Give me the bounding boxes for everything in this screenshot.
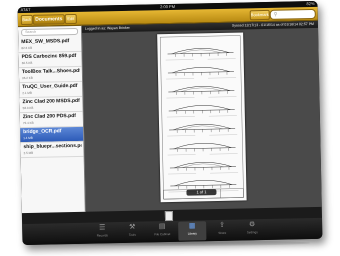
file-size: 2.1 MB xyxy=(22,90,32,96)
document-viewer: Logged in as: Wayan Brinker Synced 12/17… xyxy=(81,20,322,212)
tab-library[interactable]: ▦ Library xyxy=(178,221,207,241)
tab-label: Tools xyxy=(128,232,136,237)
file-name: ToolBox Talk...Shoes.pdf xyxy=(21,67,80,76)
ipad-screen: AT&T 2:00 PM 82% Back Documents Edit Boo… xyxy=(17,0,323,246)
file-name: Zinc Clad 200 MSDS.pdf xyxy=(22,97,80,106)
tab-label: Settings xyxy=(246,230,258,235)
file-list-item[interactable]: ToolBox Talk...Shoes.pdf 36.2 KB xyxy=(18,66,83,84)
device-shadow xyxy=(40,240,310,246)
file-list-item[interactable]: Zinc Clad 200 PDS.pdf 72.4 KB xyxy=(19,111,84,129)
file-size: 1.4 MB xyxy=(23,135,33,141)
tab-label: Share xyxy=(218,230,227,236)
gear-icon: ⚙ xyxy=(248,221,256,229)
bridge-drawing xyxy=(159,35,244,200)
logged-in-label: Logged in as: Wayan Brinker xyxy=(84,25,130,31)
file-name: TruQC_User_Guide.pdf xyxy=(22,82,78,91)
tab-share[interactable]: ⇪ Share xyxy=(208,221,236,241)
search-input[interactable]: ⚲ xyxy=(269,8,316,20)
bookmark-button[interactable]: Bookmark xyxy=(249,9,270,21)
file-search-input[interactable]: Search xyxy=(21,27,79,37)
file-name: Zinc Clad 200 PDS.pdf xyxy=(22,112,76,121)
back-button[interactable]: Back xyxy=(20,14,33,26)
share-icon: ⇪ xyxy=(219,221,226,229)
pdf-page[interactable] xyxy=(157,32,247,203)
tab-label: Library xyxy=(187,231,197,236)
file-list-item[interactable]: TruQC_User_Guide.pdf 2.1 MB xyxy=(19,81,83,99)
page-thumbnail[interactable] xyxy=(164,210,174,222)
file-size: 58.3 KB xyxy=(22,105,34,111)
file-size: 66.5 KB xyxy=(21,60,33,66)
tab-label: Records xyxy=(96,233,108,238)
file-size: 2.5 MB xyxy=(23,150,34,156)
list-icon: ☰ xyxy=(98,224,106,232)
edit-button[interactable]: Edit xyxy=(64,13,77,25)
sync-status-label: Synced 12/17/13 - 01/16/14 as of 01/16/1… xyxy=(231,21,314,28)
file-size: 36.2 KB xyxy=(21,75,33,81)
file-list-panel: Search MEX_SW_MSDS.pdf 82.6 KB PDS Carbozi… xyxy=(17,25,86,214)
file-size: 72.4 KB xyxy=(22,120,34,126)
file-list-item[interactable]: ship_bluepr...sections.pdf 2.5 MB xyxy=(20,141,84,159)
file-list: MEX_SW_MSDS.pdf 82.6 KB PDS Carbozinc 859.… xyxy=(18,36,84,159)
tab-cases[interactable]: ▤ File Cabinet xyxy=(148,222,176,242)
file-name: PDS Carbozinc 859.pdf xyxy=(21,52,77,61)
file-list-item[interactable]: MEX_SW_MSDS.pdf 82.6 KB xyxy=(18,36,82,54)
file-list-item[interactable]: Zinc Clad 200 MSDS.pdf 58.3 KB xyxy=(19,96,83,114)
tab-label: File Cabinet xyxy=(154,232,171,237)
search-icon: ⚲ xyxy=(273,11,278,18)
documents-button[interactable]: Documents xyxy=(32,14,65,25)
cabinet-icon: ▤ xyxy=(158,223,166,231)
tools-icon: ⚒ xyxy=(128,223,136,231)
file-list-item[interactable]: PDS Carbozinc 859.pdf 66.5 KB xyxy=(18,51,82,69)
library-icon: ▦ xyxy=(188,222,196,230)
page-indicator: 1 of 1 xyxy=(186,189,217,196)
file-size: 82.6 KB xyxy=(21,45,33,51)
file-list-item[interactable]: bridge_OCR.pdf 1.4 MB xyxy=(20,126,84,144)
tab-settings[interactable]: ⚙ Settings xyxy=(238,220,266,240)
file-name: ship_bluepr...sections.pdf xyxy=(23,142,82,151)
